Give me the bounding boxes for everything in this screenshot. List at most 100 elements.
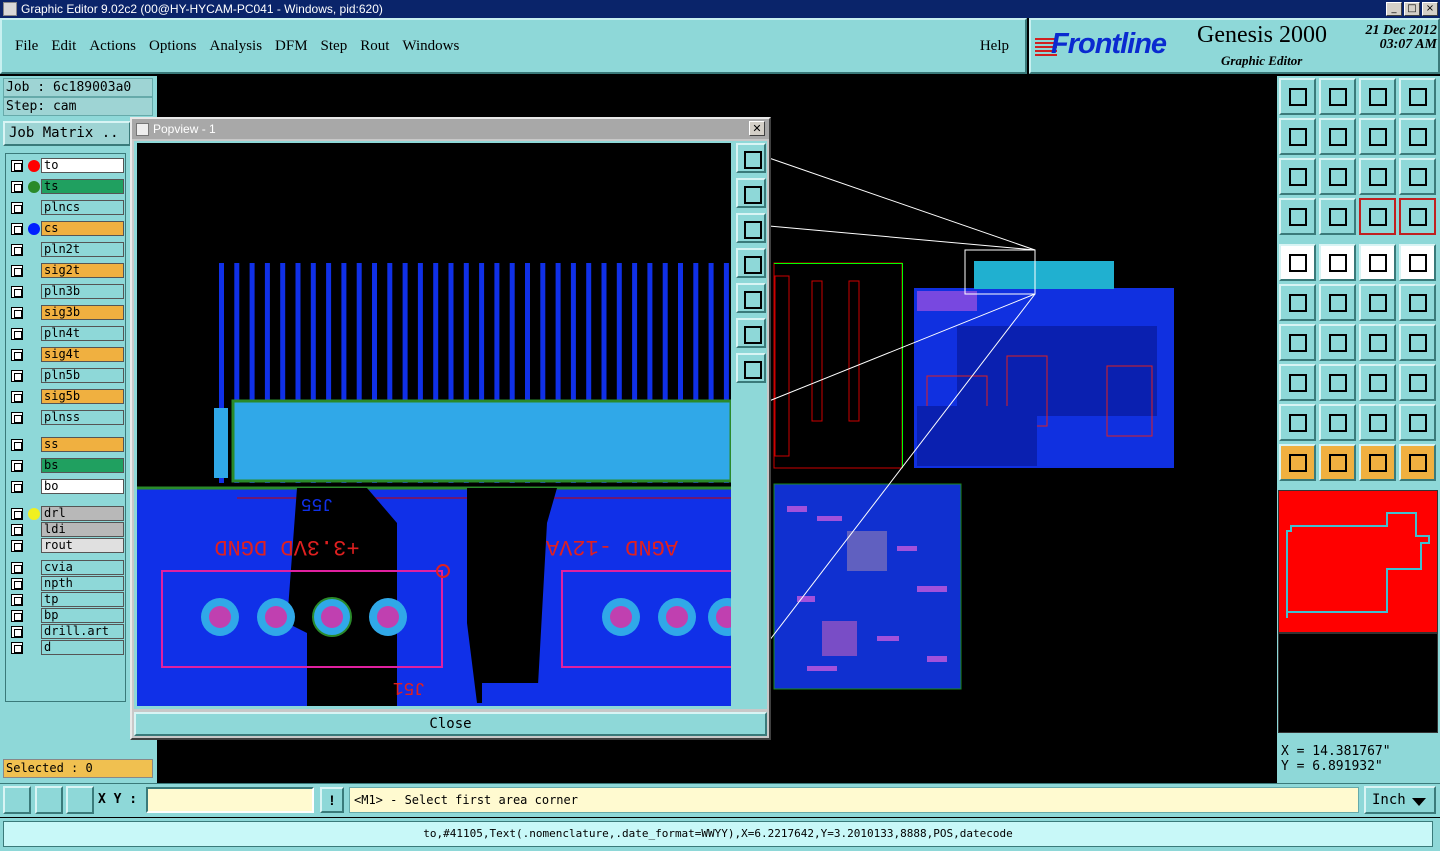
center-icon[interactable] [1319,158,1356,195]
connect-icon[interactable] [1279,284,1316,321]
route-icon[interactable] [1399,444,1436,481]
tools-icon[interactable] [1279,198,1316,235]
copy-icon[interactable] [1399,284,1436,321]
layer-row-ldi[interactable]: ldi [8,522,124,538]
layer-checkbox[interactable] [11,265,23,277]
menu-actions[interactable]: Actions [89,38,136,55]
layer-row-ss[interactable]: ss [8,437,124,453]
layer-row-ts[interactable]: ts [8,179,124,195]
layer-checkbox[interactable] [11,562,23,574]
layer-checkbox[interactable] [11,508,23,520]
layer-row-pln3b[interactable]: pln3b [8,284,124,300]
layer-row-pln2t[interactable]: pln2t [8,242,124,258]
layer-name[interactable]: tp [41,592,124,607]
layer-checkbox[interactable] [11,391,23,403]
layer-name[interactable]: plncs [41,200,124,215]
layer-checkbox[interactable] [11,412,23,424]
pv-pan-down-button[interactable] [736,213,766,243]
layer-red-icon[interactable] [1359,198,1396,235]
zoom-fit-icon[interactable] [1279,158,1316,195]
layer-name[interactable]: npth [41,576,124,591]
triangle-icon[interactable] [1279,404,1316,441]
layer-checkbox[interactable] [11,223,23,235]
maximize-button[interactable]: □ [1404,2,1420,16]
layer-row-drill-art[interactable]: drill.art [8,624,124,640]
unit-select[interactable]: Inch [1364,786,1436,814]
arrow-select-icon[interactable] [1359,444,1396,481]
triangle3-icon[interactable] [1359,404,1396,441]
layer-name[interactable]: plnss [41,410,124,425]
select-box-icon[interactable] [1399,244,1436,281]
pv-pan-left-button[interactable] [736,248,766,278]
minimap[interactable] [1278,490,1438,633]
grid-icon[interactable] [1319,198,1356,235]
scale-1-2-icon[interactable] [1359,158,1396,195]
layer-checkbox[interactable] [11,610,23,622]
popview-close-x-button[interactable]: ✕ [749,121,765,136]
layer-checkbox[interactable] [11,626,23,638]
layer-row-drl[interactable]: drl [8,506,124,522]
layer-checkbox[interactable] [11,540,23,552]
pv-zoom-window-button[interactable] [736,143,766,173]
layer-name[interactable]: sig4t [41,347,124,362]
angle-icon[interactable] [1279,324,1316,361]
flip-icon[interactable] [1359,118,1396,155]
layer-checkbox[interactable] [11,244,23,256]
layer-checkbox[interactable] [11,307,23,319]
menu-options[interactable]: Options [149,38,197,55]
triangle4-icon[interactable] [1399,404,1436,441]
layer-name[interactable]: pln2t [41,242,124,257]
layer-name[interactable]: ts [41,179,124,194]
close-window-button[interactable]: × [1422,2,1438,16]
layer-checkbox[interactable] [11,460,23,472]
component-icon[interactable] [1399,364,1436,401]
slash-icon[interactable] [1319,324,1356,361]
layer-row-to[interactable]: to [8,158,124,174]
surface-icon[interactable] [1359,244,1396,281]
layer-redbox-icon[interactable] [1399,198,1436,235]
window-icon[interactable] [1399,78,1436,115]
layer-name[interactable]: drill.art [41,624,124,639]
layer-name[interactable]: drl [41,506,124,521]
layer-checkbox[interactable] [11,202,23,214]
xy-input[interactable] [146,787,314,813]
layer-name[interactable]: pln5b [41,368,124,383]
layer-name[interactable]: to [41,158,124,173]
menu-dfm[interactable]: DFM [275,38,308,55]
help-icon[interactable] [1399,158,1436,195]
layer-checkbox[interactable] [11,439,23,451]
layer-name[interactable]: sig5b [41,389,124,404]
layer-row-plnss[interactable]: plnss [8,410,124,426]
layer-name[interactable]: bp [41,608,124,623]
arrow-icon[interactable] [1279,444,1316,481]
pan-down-icon[interactable] [1319,78,1356,115]
measure-icon[interactable] [35,786,63,814]
mirror-icon[interactable] [1399,118,1436,155]
layer-row-tp[interactable]: tp [8,592,124,608]
pv-pan-right-button[interactable] [736,283,766,313]
menu-edit[interactable]: Edit [51,38,76,55]
menu-rout[interactable]: Rout [360,38,389,55]
layer-name[interactable]: d [41,640,124,655]
menu-help[interactable]: Help [980,38,1009,55]
layer-checkbox[interactable] [11,594,23,606]
layer-checkbox[interactable] [11,181,23,193]
pad-icon[interactable] [1279,244,1316,281]
layer-row-cs[interactable]: cs [8,221,124,237]
triangle2-icon[interactable] [1319,404,1356,441]
layer-name[interactable]: cvia [41,560,124,575]
pan-left-icon[interactable] [1279,118,1316,155]
layer-checkbox[interactable] [11,481,23,493]
cross-icon[interactable] [1319,284,1356,321]
pv-pan-up-button[interactable] [736,178,766,208]
layer-name[interactable]: sig2t [41,263,124,278]
layer-name[interactable]: cs [41,221,124,236]
pan-right-icon[interactable] [1319,118,1356,155]
execute-button[interactable]: ! [320,787,344,813]
layer-checkbox[interactable] [11,642,23,654]
measure-icon[interactable] [1359,364,1396,401]
move-icon[interactable] [1359,284,1396,321]
layer-name[interactable]: bs [41,458,124,473]
arrow-box-icon[interactable] [1319,444,1356,481]
line-cut-icon[interactable] [1319,364,1356,401]
